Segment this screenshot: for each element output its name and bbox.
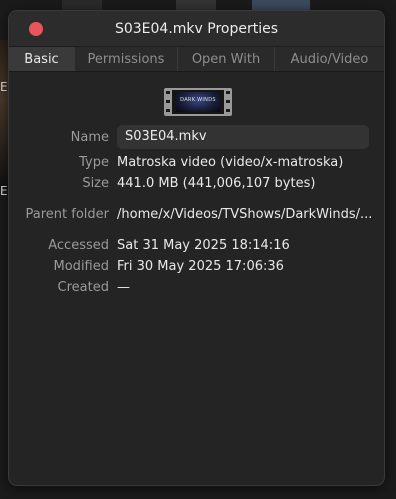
- name-label: Name: [70, 130, 109, 145]
- desktop-thumbnail-strip: [176, 0, 216, 10]
- desktop-file-label-fragment: E: [0, 80, 8, 94]
- file-thumbnail-icon: DARK WINDS: [164, 88, 232, 116]
- type-label: Type: [79, 155, 109, 170]
- name-value: S03E04.mkv: [125, 129, 207, 144]
- desktop-thumbnail-strip: [62, 0, 102, 10]
- desktop-file-label-fragment: E: [0, 184, 8, 198]
- parent-folder-label: Parent folder: [25, 207, 109, 222]
- type-value: Matroska video (video/x-matroska): [117, 155, 344, 170]
- created-value: —: [117, 280, 130, 295]
- properties-window: S03E04.mkv Properties Basic Permissions …: [8, 10, 385, 486]
- tab-basic[interactable]: Basic: [9, 47, 75, 71]
- size-value: 441.0 MB (441,006,107 bytes): [117, 176, 316, 191]
- modified-label: Modified: [53, 259, 109, 274]
- thumbnail-caption: DARK WINDS: [180, 97, 216, 103]
- parent-folder-value[interactable]: /home/x/Videos/TVShows/DarkWinds/...: [117, 207, 377, 222]
- size-label: Size: [82, 176, 109, 191]
- tab-audio-video[interactable]: Audio/Video: [275, 47, 384, 71]
- tab-bar: Basic Permissions Open With Audio/Video: [9, 47, 384, 72]
- tab-open-with[interactable]: Open With: [178, 47, 275, 71]
- tab-permissions[interactable]: Permissions: [75, 47, 178, 71]
- accessed-label: Accessed: [48, 238, 109, 253]
- name-field[interactable]: S03E04.mkv: [117, 125, 369, 149]
- modified-value: Fri 30 May 2025 17:06:36: [117, 259, 284, 274]
- created-label: Created: [57, 280, 109, 295]
- window-title: S03E04.mkv Properties: [114, 21, 279, 37]
- titlebar[interactable]: S03E04.mkv Properties: [9, 11, 384, 47]
- desktop-thumbnail-selected: [252, 0, 310, 10]
- accessed-value: Sat 31 May 2025 18:14:16: [117, 238, 290, 253]
